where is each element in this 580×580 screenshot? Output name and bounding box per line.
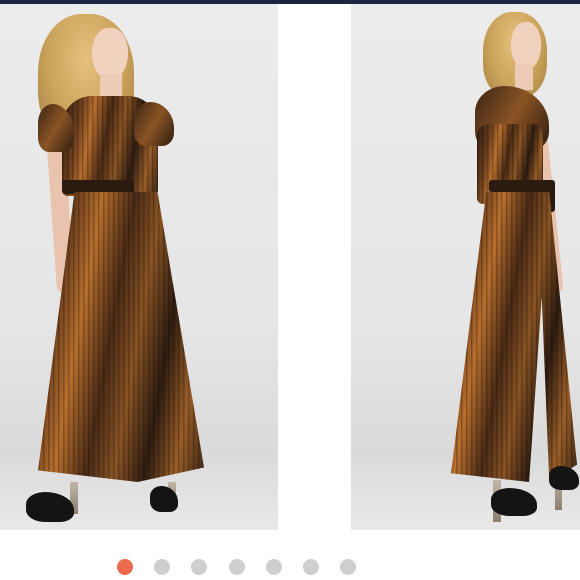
shoe-front [549, 466, 579, 490]
carousel-pagination [0, 555, 580, 579]
model-face [511, 22, 541, 70]
dress-right-sleeve [134, 102, 174, 146]
model-figure [0, 4, 278, 530]
model-neck [515, 64, 533, 90]
page-dot-5[interactable] [266, 559, 282, 575]
product-photo-page [0, 0, 580, 580]
page-dot-7[interactable] [340, 559, 356, 575]
page-dot-4[interactable] [229, 559, 245, 575]
page-dot-3[interactable] [191, 559, 207, 575]
page-dot-6[interactable] [303, 559, 319, 575]
dress-skirt [451, 192, 577, 482]
page-dot-1[interactable] [117, 559, 133, 575]
model-figure [351, 4, 580, 530]
product-photo-side[interactable] [351, 4, 580, 530]
shoe-left [26, 492, 74, 522]
page-dot-2[interactable] [154, 559, 170, 575]
product-photo-front[interactable] [0, 4, 278, 530]
shoe-back [491, 488, 537, 516]
product-image-carousel[interactable] [0, 4, 580, 530]
model-face [92, 28, 128, 80]
